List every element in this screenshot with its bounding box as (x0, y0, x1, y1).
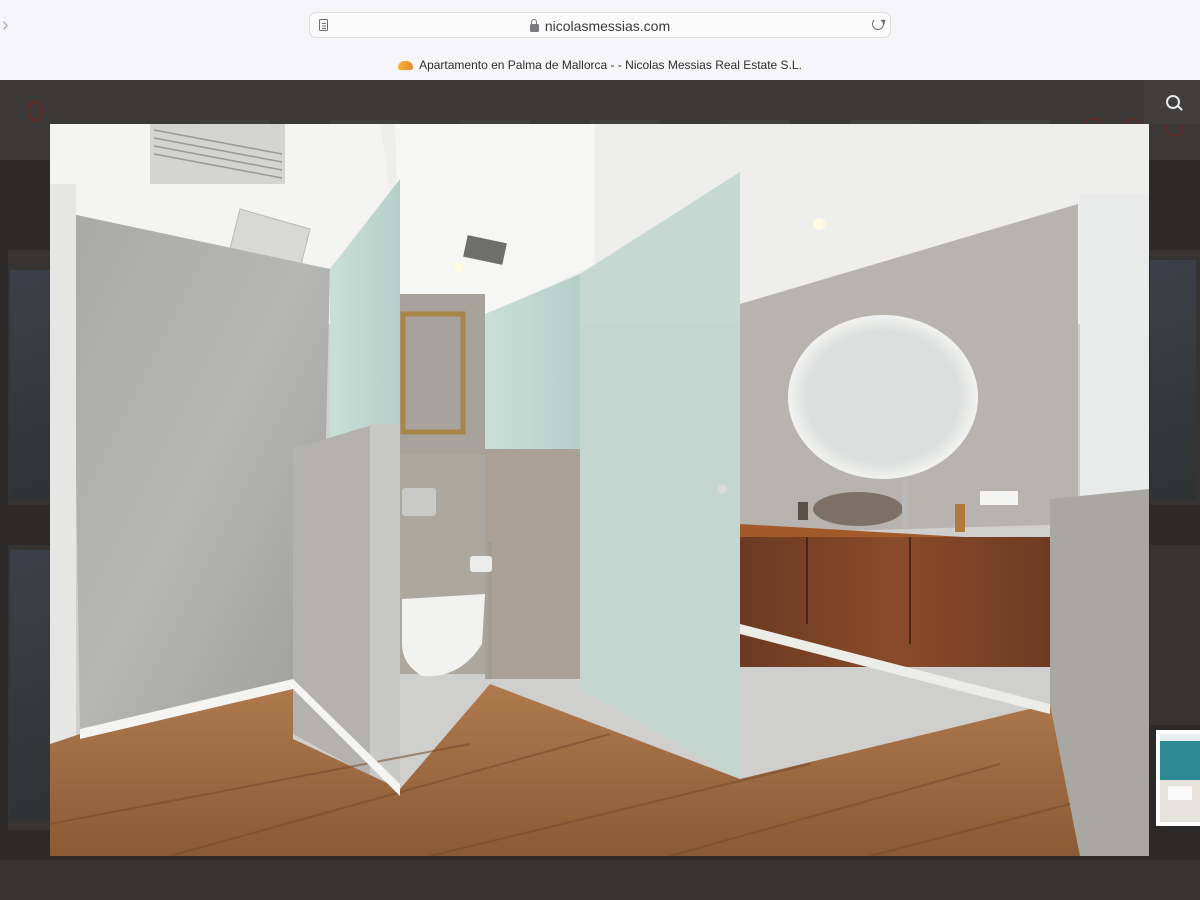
tab-title[interactable]: Apartamento en Palma de Mallorca - - Nic… (0, 58, 1200, 72)
property-image[interactable] (10, 270, 50, 500)
site-favicon-icon (398, 61, 414, 70)
search-button[interactable] (1144, 80, 1200, 124)
lightbox-image[interactable] (50, 124, 1149, 856)
address-bar[interactable]: nicolasmessias.com (309, 12, 891, 38)
tab-title-text: Apartamento en Palma de Mallorca - - Nic… (419, 58, 802, 72)
search-icon (1166, 95, 1180, 109)
logo-pin-icon (27, 100, 43, 122)
forward-arrow-icon[interactable]: › (2, 14, 9, 37)
gallery-thumbnail[interactable] (1156, 730, 1200, 826)
reload-icon[interactable] (872, 18, 884, 30)
living-room-thumbnail (1160, 734, 1200, 822)
property-image[interactable] (1150, 260, 1196, 500)
bathroom-photo (50, 124, 1149, 856)
lock-icon (529, 19, 539, 32)
url-text[interactable]: nicolasmessias.com (545, 18, 670, 34)
property-row (0, 860, 1200, 900)
browser-chrome: › nicolasmessias.com Apartamento en Palm… (0, 0, 1200, 80)
property-image[interactable] (10, 550, 50, 820)
property-card[interactable] (1150, 545, 1200, 725)
